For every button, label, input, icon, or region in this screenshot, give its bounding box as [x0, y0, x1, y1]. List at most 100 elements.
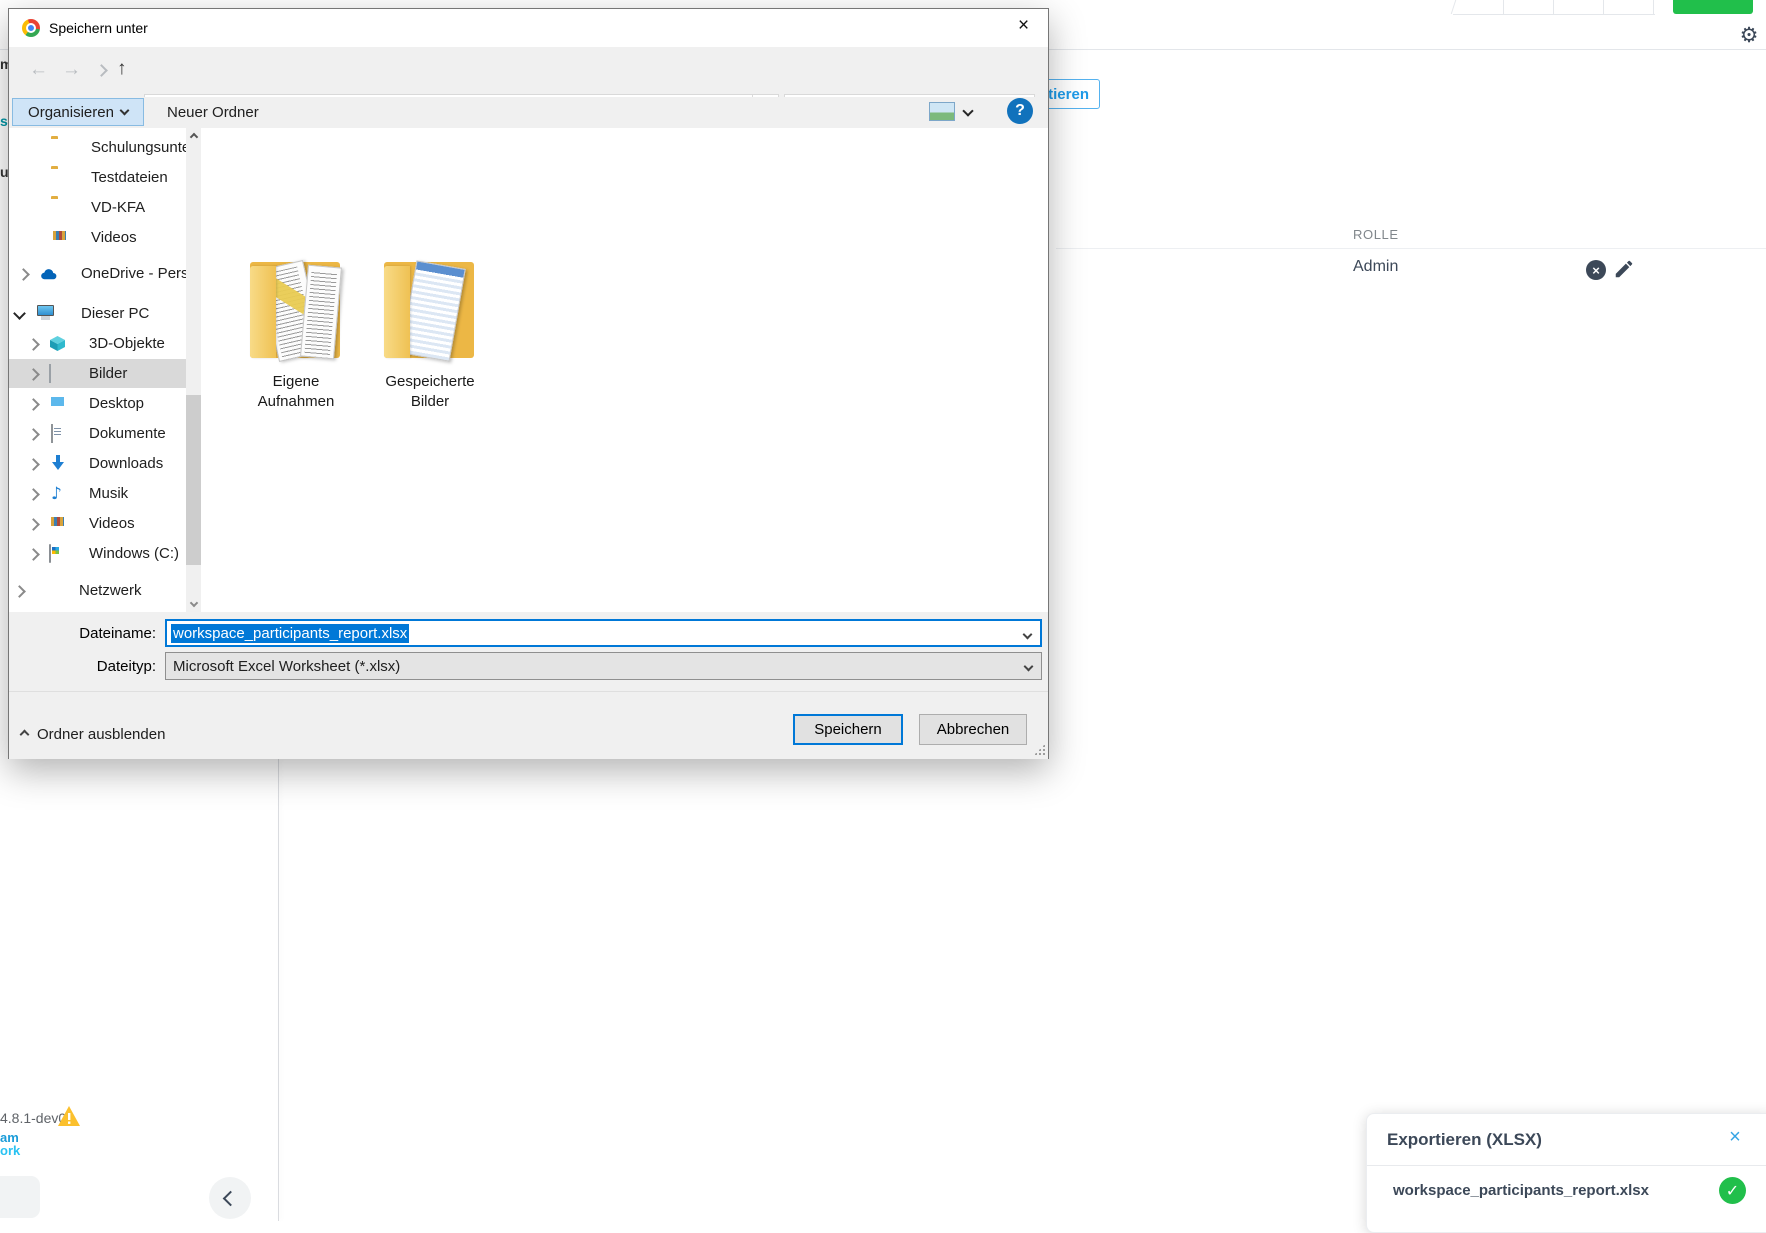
save-as-dialog: Speichern unter × ← → ↑ Dieser PC Bilder…: [8, 8, 1049, 759]
cut-off-green-button[interactable]: [1673, 0, 1753, 14]
folder-tile-label: Gespeicherte Bilder: [371, 372, 489, 412]
cut-off-cell: [1503, 0, 1553, 14]
chevron-down-icon: [119, 106, 129, 116]
app-logo-fragment: ork: [0, 1144, 20, 1157]
sidebar-item-label: Schulungsunterla: [91, 139, 186, 156]
expand-chevron-icon[interactable]: [27, 488, 40, 501]
sidebar-item-schulungsunterlagen[interactable]: Schulungsunterla: [9, 133, 186, 162]
expand-chevron-icon[interactable]: [27, 368, 40, 381]
sidebar-item-downloads[interactable]: Downloads: [9, 449, 186, 478]
dialog-toolbar: [9, 97, 1048, 129]
sidebar-item-label: Musik: [89, 485, 128, 502]
filetype-select[interactable]: Microsoft Excel Worksheet (*.xlsx): [165, 652, 1042, 680]
folder-thumbnail-icon: [378, 260, 482, 364]
sidebar-item-label: Dieser PC: [81, 305, 149, 322]
sidebar-item-desktop[interactable]: Desktop: [9, 389, 186, 418]
folder-tile-gespeicherte-bilder[interactable]: Gespeicherte Bilder: [371, 260, 489, 425]
table-header-divider: [1056, 248, 1766, 249]
dialog-titlebar[interactable]: Speichern unter ×: [9, 9, 1048, 47]
sidebar-item-3d-objekte[interactable]: 3D-Objekte: [9, 329, 186, 358]
gear-icon[interactable]: ⚙: [1738, 24, 1760, 46]
background-text-fragment: ui: [0, 164, 8, 180]
chevron-down-icon: [1024, 662, 1034, 672]
sidebar-item-testdateien[interactable]: Testdateien: [9, 163, 186, 192]
organize-button[interactable]: Organisieren: [12, 98, 144, 126]
back-icon[interactable]: ←: [29, 59, 48, 81]
sidebar-item-label: 3D-Objekte: [89, 335, 165, 352]
sidebar-scrollbar[interactable]: [186, 128, 201, 612]
folder-tile-eigene-aufnahmen[interactable]: Eigene Aufnahmen: [237, 260, 355, 425]
cube-icon: [49, 335, 67, 353]
sidebar-item-videos[interactable]: Videos: [9, 223, 186, 252]
sidebar-item-onedrive[interactable]: OneDrive - Person: [9, 259, 186, 288]
cut-off-cell: [1451, 0, 1506, 14]
chevron-down-icon[interactable]: [1023, 630, 1033, 640]
remove-user-icon[interactable]: ×: [1586, 260, 1606, 280]
expand-chevron-icon[interactable]: [27, 458, 40, 471]
sidebar-item-label: Videos: [91, 229, 137, 246]
sidebar-item-musik[interactable]: ♪ Musik: [9, 479, 186, 508]
navigation-bar: ← → ↑ Dieser PC Bilder ↻: [9, 47, 1048, 97]
sidebar-item-dokumente[interactable]: Dokumente: [9, 419, 186, 448]
success-check-icon: ✓: [1719, 1177, 1746, 1204]
toast-close-icon[interactable]: ×: [1724, 1126, 1746, 1148]
dialog-main: Schulungsunterla Testdateien VD-KFA Vide…: [9, 128, 1048, 612]
collapse-chevron-icon[interactable]: [13, 307, 26, 320]
cancel-button[interactable]: Abbrechen: [919, 714, 1027, 745]
filename-selected-text: workspace_participants_report.xlsx: [171, 624, 409, 643]
edit-user-icon[interactable]: [1613, 258, 1637, 282]
sidebar-item-label: VD-KFA: [91, 199, 145, 216]
filename-input[interactable]: workspace_participants_report.xlsx: [165, 619, 1042, 647]
organize-label: Organisieren: [28, 104, 114, 121]
new-folder-button[interactable]: Neuer Ordner: [167, 104, 259, 121]
sidebar-item-dieser-pc[interactable]: Dieser PC: [9, 299, 186, 328]
expand-chevron-icon[interactable]: [27, 398, 40, 411]
app-sidebar-divider: [278, 758, 279, 1221]
cut-off-cell: [1553, 0, 1603, 14]
forward-icon[interactable]: →: [62, 59, 81, 81]
filetype-value: Microsoft Excel Worksheet (*.xlsx): [173, 658, 400, 675]
cloud-icon: [39, 265, 57, 283]
screen: { "dialog": { "title": "Speichern unter"…: [0, 0, 1766, 1221]
dialog-title: Speichern unter: [49, 20, 148, 36]
scroll-up-icon[interactable]: [189, 132, 198, 141]
collapse-sidebar-button[interactable]: [209, 1177, 251, 1219]
sidebar-item-bilder[interactable]: Bilder: [9, 359, 186, 388]
cut-off-button-fragment[interactable]: [0, 1176, 40, 1218]
chevron-left-icon: [222, 1190, 238, 1206]
folder-thumbnail-icon: [244, 260, 348, 364]
save-button[interactable]: Speichern: [793, 714, 903, 745]
sidebar-item-vd-kfa[interactable]: VD-KFA: [9, 193, 186, 222]
toast-title: Exportieren (XLSX): [1387, 1130, 1542, 1150]
export-button-label: tieren: [1048, 86, 1089, 103]
cut-off-cells: [1453, 0, 1655, 15]
nav-history-chevron-icon[interactable]: [95, 64, 108, 77]
sidebar-item-label: Windows (C:): [89, 545, 179, 562]
view-mode-icon[interactable]: [929, 102, 955, 121]
dialog-close-button[interactable]: ×: [999, 9, 1048, 43]
document-icon: [51, 424, 53, 443]
expand-chevron-icon[interactable]: [27, 548, 40, 561]
hide-folders-button[interactable]: Ordner ausblenden: [21, 726, 165, 743]
sidebar-item-netzwerk[interactable]: Netzwerk: [9, 576, 186, 605]
help-icon[interactable]: ?: [1007, 98, 1033, 124]
up-icon[interactable]: ↑: [117, 58, 127, 80]
hide-folders-label: Ordner ausblenden: [37, 726, 165, 743]
music-icon: ♪: [51, 485, 69, 503]
sidebar-item-windows-c[interactable]: Windows (C:): [9, 539, 186, 568]
expand-chevron-icon[interactable]: [13, 585, 26, 598]
sidebar-item-videos-pc[interactable]: Videos: [9, 509, 186, 538]
cut-off-cell: [1603, 0, 1654, 14]
expand-chevron-icon[interactable]: [17, 268, 30, 281]
scrollbar-thumb[interactable]: [186, 395, 201, 565]
dialog-footer: Ordner ausblenden Speichern Abbrechen: [9, 691, 1048, 759]
drive-icon: [49, 544, 51, 563]
sidebar-item-label: Netzwerk: [79, 582, 142, 599]
expand-chevron-icon[interactable]: [27, 338, 40, 351]
expand-chevron-icon[interactable]: [27, 428, 40, 441]
chevron-up-icon: [20, 730, 30, 740]
scroll-down-icon[interactable]: [189, 598, 198, 607]
sidebar-item-label: Desktop: [89, 395, 144, 412]
warning-icon[interactable]: [57, 1105, 81, 1127]
expand-chevron-icon[interactable]: [27, 518, 40, 531]
